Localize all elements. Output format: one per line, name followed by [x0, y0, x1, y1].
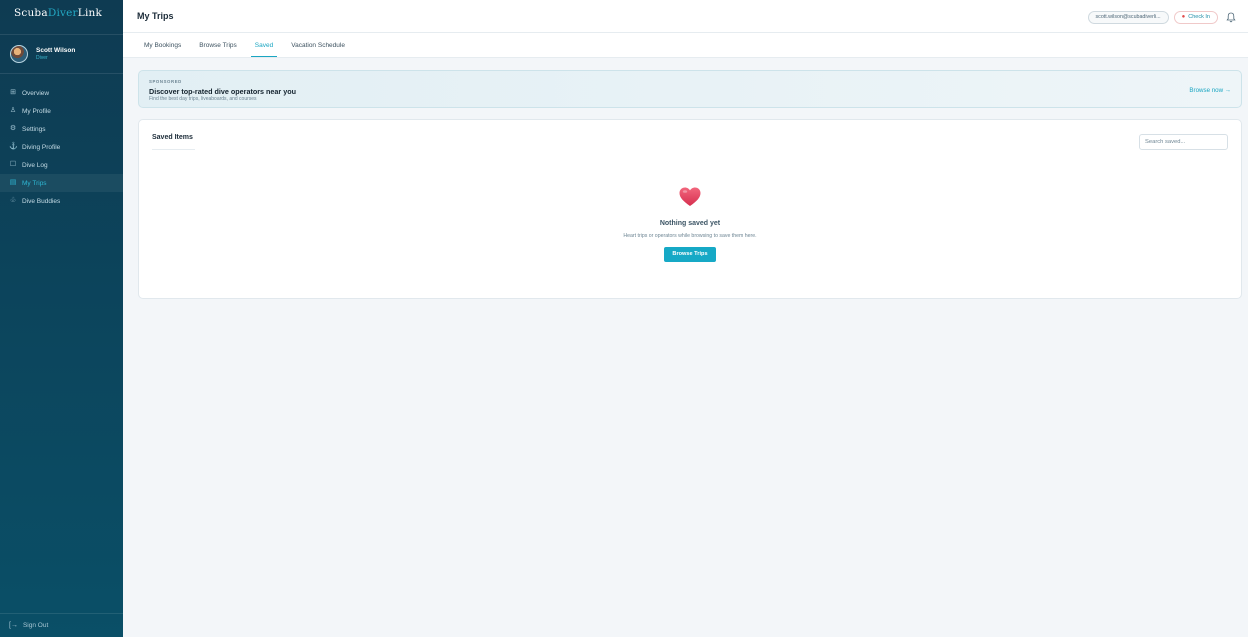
user-icon: ♙ — [9, 107, 17, 114]
avatar — [10, 45, 28, 63]
banner-title: Discover top-rated dive operators near y… — [149, 87, 296, 96]
sign-out-button[interactable]: [→ Sign Out — [0, 613, 123, 637]
sidebar-nav: ⊞ Overview ♙ My Profile ⚙ Settings ⚓ Diving Pro… — [0, 84, 123, 210]
log-icon: ☐ — [9, 161, 17, 168]
title-underline — [152, 149, 195, 150]
calendar-icon: ▤ — [9, 179, 17, 186]
heart-icon — [679, 187, 701, 206]
sidebar-item-diving-profile[interactable]: ⚓ Diving Profile — [0, 138, 123, 156]
gear-icon: ⚙ — [9, 125, 17, 132]
sidebar-item-label: My Trips — [22, 179, 47, 187]
sidebar-item-label: Overview — [22, 89, 50, 97]
sidebar: ScubaDiverLink Scott Wilson Diver ⊞ Overv… — [0, 0, 123, 637]
sidebar-item-dive-buddies[interactable]: ♧ Dive Buddies — [0, 192, 123, 210]
sidebar-item-my-trips[interactable]: ▤ My Trips — [0, 174, 123, 192]
users-icon: ♧ — [9, 197, 17, 204]
sidebar-item-overview[interactable]: ⊞ Overview — [0, 84, 123, 102]
page-title: My Trips — [137, 11, 174, 21]
sidebar-item-settings[interactable]: ⚙ Settings — [0, 120, 123, 138]
sidebar-item-label: Dive Buddies — [22, 197, 61, 205]
tab-vacation-schedule[interactable]: Vacation Schedule — [291, 33, 345, 57]
account-email-pill[interactable]: scott.wilson@scubadiverli... — [1087, 11, 1169, 24]
sidebar-item-my-profile[interactable]: ♙ My Profile — [0, 102, 123, 120]
saved-items-card: Saved Items Nothing saved yet Heart trip… — [138, 119, 1242, 299]
brand-logo[interactable]: ScubaDiverLink — [0, 0, 123, 24]
sidebar-item-label: Settings — [22, 125, 46, 133]
sidebar-divider — [0, 73, 123, 74]
card-title: Saved Items — [152, 134, 193, 141]
tab-bar: My Bookings Browse Trips Saved Vacation Sch… — [123, 33, 1248, 58]
sidebar-item-label: Diving Profile — [22, 143, 61, 151]
empty-title: Nothing saved yet — [659, 220, 721, 227]
sponsored-tag: SPONSORED — [149, 79, 182, 84]
empty-subtitle: Heart trips or operators while browsing … — [623, 233, 757, 239]
sidebar-divider — [0, 34, 123, 35]
sign-out-icon: [→ — [9, 622, 18, 629]
sidebar-item-dive-log[interactable]: ☐ Dive Log — [0, 156, 123, 174]
tab-my-bookings[interactable]: My Bookings — [144, 33, 181, 57]
grid-icon: ⊞ — [10, 89, 16, 96]
user-role: Diver — [36, 55, 48, 61]
anchor-icon: ⚓ — [9, 143, 18, 150]
check-in-button[interactable]: ● Check In — [1173, 11, 1218, 24]
sponsored-banner[interactable]: SPONSORED Discover top-rated dive operat… — [138, 70, 1242, 108]
user-name: Scott Wilson — [36, 47, 76, 54]
tab-saved[interactable]: Saved — [250, 33, 278, 57]
browse-now-link[interactable]: Browse now → — [1189, 87, 1231, 94]
location-pin-icon: ● — [1181, 14, 1186, 20]
tab-browse-trips[interactable]: Browse Trips — [199, 33, 237, 57]
sidebar-item-label: My Profile — [22, 107, 51, 115]
sign-out-label: Sign Out — [22, 622, 49, 629]
user-profile[interactable]: Scott Wilson Diver — [0, 39, 123, 69]
check-in-label: Check In — [1188, 14, 1210, 20]
search-input[interactable] — [1139, 134, 1228, 150]
browse-trips-button[interactable]: Browse Trips — [664, 247, 716, 262]
banner-subtitle: Find the best day trips, liveaboards, an… — [149, 96, 257, 102]
sidebar-item-label: Dive Log — [22, 161, 48, 169]
top-bar: My Trips scott.wilson@scubadiverli... ● … — [123, 0, 1248, 33]
bell-icon[interactable] — [1226, 12, 1236, 23]
empty-state: Nothing saved yet Heart trips or operato… — [139, 187, 1241, 262]
